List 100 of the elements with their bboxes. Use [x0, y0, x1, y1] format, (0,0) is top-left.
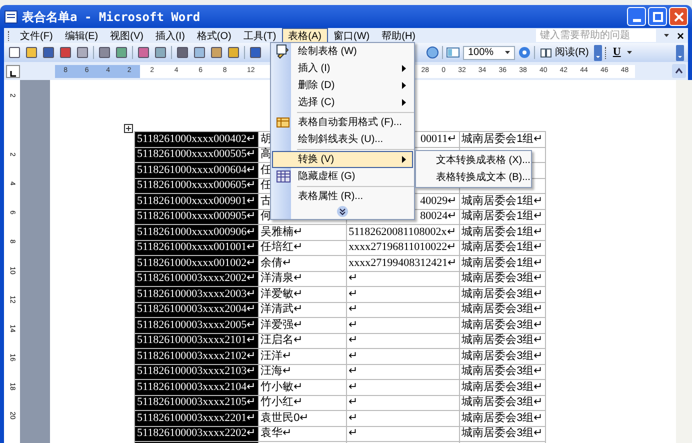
table-cell: 城南居委会1组↵ [459, 132, 546, 147]
table-cell: 城南居委会3组↵ [459, 286, 546, 302]
toolbar-options-icon[interactable] [676, 44, 684, 60]
table-cell: 511826100003xxxx2101↵ [134, 333, 258, 348]
menu-item[interactable]: 插入(I) [149, 28, 191, 43]
table-cell: 城南居委会3组↵ [459, 395, 546, 410]
table-cell: 洋清泉↵ [258, 271, 346, 286]
table-cell: 城南居委会3组↵ [459, 426, 546, 442]
read-button[interactable]: 阅读(R) [538, 45, 591, 60]
table-cell: ↵ [346, 380, 460, 395]
table-cell: 5118261000xxxx000905↵ [134, 209, 258, 224]
document-icon [4, 10, 18, 24]
close-document-button[interactable]: × [676, 30, 684, 42]
menu-item[interactable]: 格式(O) [190, 28, 238, 43]
table-cell: 袁世民0↵ [258, 410, 346, 426]
book-icon [540, 48, 552, 58]
menu-item[interactable]: 文本转换成表格 (X)... [416, 152, 531, 169]
globe-icon[interactable] [426, 46, 439, 59]
table-cell: 城南居委会1组↵ [459, 256, 546, 271]
table-cell: 511826100003xxxx2103↵ [134, 364, 258, 380]
dropdown-arrow-icon[interactable] [664, 34, 669, 37]
table-cell: 余倩↵ [258, 256, 346, 271]
dropdown-arrow-icon[interactable] [626, 51, 632, 54]
table-cell: 汪海↵ [258, 364, 346, 380]
minimize-icon [632, 19, 640, 22]
table-cell: 城南居委会3组↵ [459, 364, 546, 380]
help-icon[interactable] [518, 46, 531, 59]
table-cell: ↵ [346, 318, 460, 333]
table-format-icon [276, 115, 290, 130]
table-cell: 5118261000xxxx000605↵ [134, 178, 258, 194]
table-cell: 袁华↵ [258, 426, 346, 442]
menu-item[interactable]: 工具(T) [237, 28, 282, 43]
tab-selector-button[interactable] [6, 64, 20, 78]
menu-item[interactable]: 窗口(W) [328, 28, 376, 43]
menu-item[interactable]: 表格转换成文本 (B)... [416, 169, 531, 186]
table-cell: 511826100003xxxx2102↵ [134, 348, 258, 364]
menu-item[interactable]: 删除 (D) [272, 77, 413, 94]
table-cell: 511826100003xxxx2202↵ [134, 426, 258, 442]
table-cell: ↵ [346, 426, 460, 442]
left-tab-icon [10, 70, 16, 76]
zoom-field[interactable]: 100% [463, 46, 515, 60]
table-cell: ↵ [346, 286, 460, 302]
table-cell: 竹小红↵ [258, 395, 346, 410]
table-cell: ↵ [346, 271, 460, 286]
maximize-button[interactable] [648, 7, 667, 26]
table-cell: ↵ [346, 395, 460, 410]
expand-menu-icon[interactable] [337, 206, 348, 217]
table-cell: 城南居委会3组↵ [459, 410, 546, 426]
help-search-field[interactable]: 键入需要帮助的问题 [536, 29, 656, 42]
table-cell: 5118261000xxxx001001↵ [134, 240, 258, 256]
menu-item[interactable]: 文件(F) [14, 28, 59, 43]
table-cell: ↵ [346, 364, 460, 380]
table-cell: 竹小敏↵ [258, 380, 346, 395]
minimize-button[interactable] [627, 7, 646, 26]
scroll-up-button[interactable] [672, 64, 686, 78]
table-cell: 511826100003xxxx2201↵ [134, 410, 258, 426]
menu-item[interactable]: 转换 (V) [272, 151, 413, 168]
document-map-icon[interactable] [446, 46, 460, 59]
table-cell: 任培红↵ [258, 240, 346, 256]
menu-item[interactable]: 绘制表格 (W) [272, 43, 413, 60]
table-cell: 城南居委会3组↵ [459, 333, 546, 348]
table-cell: xxxx27199408312421↵ [346, 256, 460, 271]
table-cell: 城南居委会1组↵ [459, 224, 546, 240]
table-cell: 511826100003xxxx2003↵ [134, 286, 258, 302]
menu-item[interactable]: 表格自动套用格式 (F)... [272, 114, 413, 131]
table-cell: ↵ [346, 410, 460, 426]
table-cell: 吴雅楠↵ [258, 224, 346, 240]
grid-icon [276, 169, 290, 184]
table-move-handle-icon[interactable] [124, 124, 133, 133]
table-cell: 5118261000xxxx000604↵ [134, 162, 258, 178]
table-cell: 汪洋↵ [258, 348, 346, 364]
menu-item[interactable]: 视图(V) [104, 28, 150, 43]
table-cell: 洋爱敏↵ [258, 286, 346, 302]
close-icon [674, 12, 684, 22]
toolbar-options-icon[interactable] [594, 44, 602, 60]
menu-item[interactable]: 选择 (C) [272, 94, 413, 111]
table-cell: ↵ [346, 348, 460, 364]
table-cell: 城南居委会3组↵ [459, 271, 546, 286]
table-cell: 城南居委会1组↵ [459, 194, 546, 209]
table-cell: 5118261000xxxx000906↵ [134, 224, 258, 240]
underline-button[interactable]: U [610, 44, 624, 61]
table-cell: 51182620081108002x↵ [346, 224, 460, 240]
dropdown-arrow-icon [505, 51, 510, 54]
menu-item[interactable]: 插入 (I) [272, 60, 413, 77]
table-cell: 511826100003xxxx2002↵ [134, 271, 258, 286]
read-label: 阅读(R) [555, 46, 589, 60]
window-title: 表合名单a - Microsoft Word [22, 8, 200, 26]
table-cell: 城南居委会3组↵ [459, 348, 546, 364]
vertical-scrollbar[interactable] [676, 80, 692, 443]
table-cell: xxxx27196811010022↵ [346, 240, 460, 256]
table-cell: 511826100003xxxx2105↵ [134, 395, 258, 410]
close-button[interactable] [669, 7, 688, 26]
menu-item[interactable]: 帮助(H) [376, 28, 422, 43]
table-cell: 5118261000xxxx000901↵ [134, 194, 258, 209]
table-cell: 洋爱强↵ [258, 318, 346, 333]
table-cell: 城南居委会3组↵ [459, 302, 546, 318]
menu-item[interactable]: 表格(A) [282, 28, 328, 43]
menu-item[interactable]: 编辑(E) [58, 28, 104, 43]
table-cell: ↵ [346, 302, 460, 318]
maximize-icon [652, 12, 662, 22]
